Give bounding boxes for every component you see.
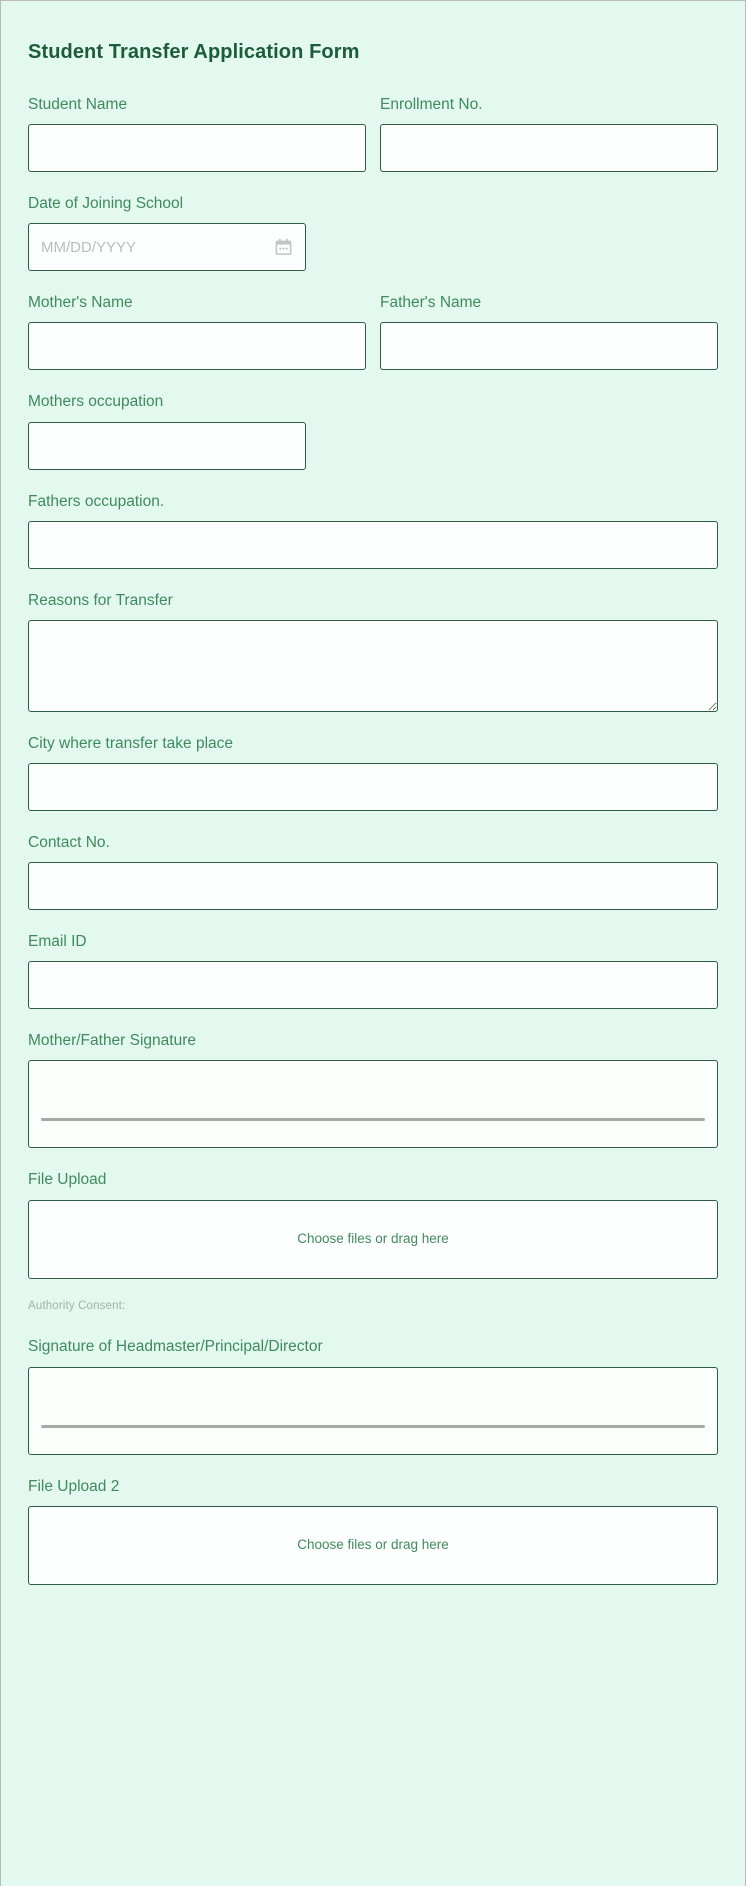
parent-signature-pad[interactable]: [28, 1060, 718, 1149]
enrollment-no-label: Enrollment No.: [380, 96, 483, 113]
file-upload-2-label: File Upload 2: [28, 1477, 120, 1495]
student-name-label: Student Name: [28, 96, 128, 113]
date-input-wrapper: [28, 223, 306, 272]
file-upload-1-label: File Upload: [28, 1171, 107, 1189]
headmaster-signature-label: Signature of Headmaster/Principal/Direct…: [28, 1338, 323, 1356]
file-upload-2-dropzone[interactable]: Choose files or drag here: [28, 1505, 718, 1585]
field-file-upload-1: File Upload Choose files or drag here: [28, 1170, 718, 1279]
field-email-id: Email ID: [28, 932, 718, 1010]
file-upload-2-dropzone-text: Choose files or drag here: [297, 1537, 449, 1553]
fathers-occupation-label: Fathers occupation.: [28, 492, 165, 510]
field-fathers-name: Father's Name: [380, 293, 718, 371]
field-student-name: Student Name: [28, 95, 366, 173]
city-of-transfer-input[interactable]: [28, 762, 718, 811]
contact-no-label: Contact No.: [28, 833, 110, 851]
mothers-occupation-input[interactable]: [28, 421, 306, 470]
reasons-for-transfer-textarea[interactable]: [28, 619, 718, 712]
date-of-joining-label: Date of Joining School: [28, 195, 184, 213]
enrollment-no-input[interactable]: [380, 124, 718, 173]
contact-no-input[interactable]: [28, 862, 718, 911]
field-mothers-occupation: Mothers occupation: [28, 392, 718, 470]
form-page: Student Transfer Application Form Studen…: [0, 0, 746, 1886]
file-upload-1-dropzone[interactable]: Choose files or drag here: [28, 1199, 718, 1279]
reasons-for-transfer-label: Reasons for Transfer: [28, 591, 173, 609]
fathers-name-input[interactable]: [380, 322, 718, 371]
file-upload-1-dropzone-text: Choose files or drag here: [297, 1231, 449, 1247]
fathers-occupation-input[interactable]: [28, 520, 718, 569]
name-enrollment-row: Student Name Enrollment No.: [28, 95, 718, 173]
field-enrollment-no: Enrollment No.: [380, 95, 718, 173]
fathers-name-label: Father's Name: [380, 294, 482, 312]
mothers-occupation-label: Mothers occupation: [28, 393, 164, 411]
field-contact-no: Contact No.: [28, 833, 718, 911]
field-mothers-name: Mother's Name: [28, 293, 366, 371]
mothers-name-label: Mother's Name: [28, 294, 133, 312]
signature-baseline: [41, 1424, 705, 1428]
field-city-of-transfer: City where transfer take place: [28, 734, 718, 811]
field-file-upload-2: File Upload 2 Choose files or drag here: [28, 1477, 718, 1585]
authority-consent-caption: Authority Consent:: [28, 1299, 126, 1312]
field-parent-signature: Mother/Father Signature: [28, 1031, 718, 1149]
page-title: Student Transfer Application Form: [28, 41, 360, 63]
student-name-input[interactable]: [28, 124, 366, 173]
city-of-transfer-label: City where transfer take place: [28, 734, 234, 752]
field-reasons-for-transfer: Reasons for Transfer: [28, 591, 718, 712]
date-of-joining-input[interactable]: [28, 223, 306, 272]
field-fathers-occupation: Fathers occupation.: [28, 492, 718, 569]
mothers-name-input[interactable]: [28, 322, 366, 371]
headmaster-signature-pad[interactable]: [28, 1366, 718, 1455]
parent-signature-label: Mother/Father Signature: [28, 1032, 197, 1050]
signature-baseline: [41, 1118, 705, 1122]
field-headmaster-signature: Signature of Headmaster/Principal/Direct…: [28, 1337, 718, 1455]
email-id-input[interactable]: [28, 961, 718, 1010]
email-id-label: Email ID: [28, 933, 87, 951]
student-transfer-form: Student Transfer Application Form Studen…: [1, 1, 745, 1607]
parents-name-row: Mother's Name Father's Name: [28, 293, 718, 371]
field-date-of-joining: Date of Joining School: [28, 194, 718, 272]
